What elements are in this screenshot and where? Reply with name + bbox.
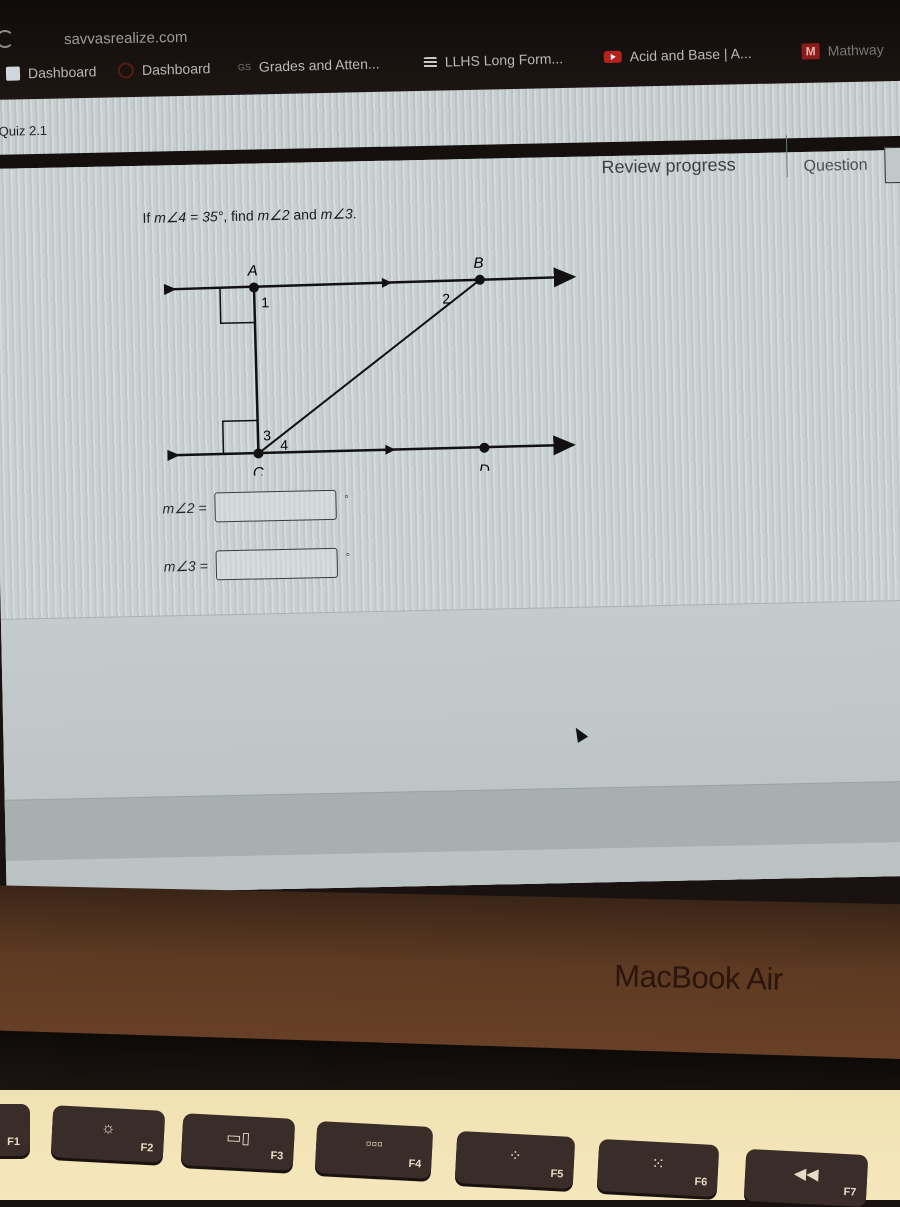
brand-logo: MacBook Air bbox=[613, 958, 784, 997]
bookmark-grades[interactable]: GS Grades and Atten... bbox=[238, 55, 380, 75]
bookmark-dashboard-2[interactable]: Dashboard bbox=[117, 60, 211, 79]
address-bar[interactable]: savvasrealize.com bbox=[64, 29, 188, 48]
key-f2[interactable]: ☼ F2 bbox=[50, 1105, 166, 1163]
segment-ac bbox=[252, 287, 260, 454]
question-and: and bbox=[289, 206, 321, 223]
degree-unit: ° bbox=[345, 551, 351, 564]
key-label: F2 bbox=[140, 1141, 154, 1155]
right-angle-mark-c bbox=[222, 419, 257, 455]
bookmark-label: Mathway bbox=[827, 41, 884, 59]
bookmark-llhs[interactable]: LLHS Long Form... bbox=[423, 50, 564, 70]
key-label: F3 bbox=[270, 1149, 284, 1163]
youtube-icon bbox=[603, 50, 622, 64]
key-label: F1 bbox=[7, 1136, 20, 1148]
rewind-icon: ◀◀ bbox=[793, 1165, 819, 1184]
key-f1[interactable]: F1 bbox=[0, 1104, 30, 1156]
bookmark-mathway[interactable]: M Mathway bbox=[801, 41, 884, 60]
target-angle-3: m∠3 bbox=[320, 205, 353, 223]
angle-label-4: 4 bbox=[280, 437, 288, 453]
key-label: F6 bbox=[694, 1175, 708, 1189]
target-angle-2: m∠2 bbox=[257, 206, 290, 224]
review-progress-button[interactable]: Review progress bbox=[601, 154, 735, 178]
bookmark-label: Grades and Atten... bbox=[258, 55, 380, 75]
quiz-title: Quiz 2.1 bbox=[0, 122, 48, 139]
web-page: Quiz 2.1 If m∠4 = 35°, find m∠2 and m∠3. bbox=[0, 80, 900, 895]
keyboard-light-down-icon: ⁘ bbox=[508, 1147, 523, 1166]
line-ab bbox=[163, 267, 577, 300]
mathway-icon: M bbox=[801, 43, 820, 60]
angle-label-2: 2 bbox=[442, 290, 450, 306]
point-d bbox=[479, 442, 490, 453]
right-angle-mark-a bbox=[219, 288, 255, 324]
label-d: D bbox=[479, 462, 490, 478]
brightness-down-icon: ☼ bbox=[100, 1119, 117, 1138]
question-prefix: If bbox=[142, 209, 155, 226]
key-label: F5 bbox=[550, 1167, 564, 1181]
document-icon bbox=[5, 66, 21, 81]
angle-2-input[interactable] bbox=[214, 489, 337, 523]
bookmark-label: Dashboard bbox=[141, 60, 211, 79]
bookmark-acid-base[interactable]: Acid and Base | A... bbox=[603, 45, 752, 65]
angle-3-input[interactable] bbox=[215, 547, 339, 581]
degree-unit: ° bbox=[344, 493, 349, 506]
parallel-mark-top bbox=[381, 277, 392, 288]
key-f5[interactable]: ⁘ F5 bbox=[454, 1130, 576, 1190]
point-a bbox=[248, 282, 259, 293]
bookmark-label: Acid and Base | A... bbox=[629, 45, 752, 65]
label-c: C bbox=[253, 464, 264, 477]
label-b: B bbox=[473, 255, 483, 272]
angle-label-3: 3 bbox=[263, 427, 271, 443]
question-suffix: . bbox=[352, 205, 357, 222]
bookmark-dashboard-1[interactable]: Dashboard bbox=[5, 63, 97, 82]
answer-row-angle-2: m∠2 = ° bbox=[148, 489, 349, 524]
keyboard: F1 ☼ F2 ▭▯ F3 ▫▫▫ F4 ⁘ F5 ⁙ F6 ◀◀ F7 bbox=[0, 1090, 900, 1207]
question-middle: , find bbox=[223, 207, 258, 225]
line-cd bbox=[163, 435, 576, 466]
gs-icon: GS bbox=[237, 61, 252, 73]
keyboard-light-up-icon: ⁙ bbox=[651, 1155, 666, 1174]
key-f7[interactable]: ◀◀ F7 bbox=[743, 1148, 869, 1207]
key-label: F4 bbox=[408, 1157, 422, 1171]
list-icon bbox=[423, 56, 437, 68]
parallel-mark-bottom bbox=[385, 444, 396, 455]
question-label: Question bbox=[803, 156, 868, 175]
key-f4[interactable]: ▫▫▫ F4 bbox=[314, 1121, 434, 1179]
label-a: A bbox=[246, 262, 257, 279]
circle-icon bbox=[117, 62, 135, 79]
key-label: F7 bbox=[843, 1185, 857, 1199]
launchpad-icon: ▫▫▫ bbox=[365, 1135, 384, 1154]
reload-icon[interactable] bbox=[0, 30, 14, 48]
question-number-select[interactable] bbox=[884, 146, 900, 184]
mission-control-icon: ▭▯ bbox=[225, 1129, 251, 1148]
answer-row-angle-3: m∠3 = ° bbox=[149, 547, 351, 582]
question-text: If m∠4 = 35°, find m∠2 and m∠3. bbox=[142, 205, 356, 226]
key-f3[interactable]: ▭▯ F3 bbox=[180, 1113, 296, 1171]
geometry-diagram: A B C D 1 2 3 4 bbox=[163, 255, 577, 478]
answer-label: m∠2 = bbox=[162, 499, 207, 516]
answer-label: m∠3 = bbox=[163, 557, 208, 574]
key-f6[interactable]: ⁙ F6 bbox=[596, 1138, 720, 1198]
angle-label-1: 1 bbox=[261, 294, 269, 310]
given-angle: m∠4 = 35° bbox=[154, 208, 224, 226]
bookmark-label: LLHS Long Form... bbox=[444, 50, 564, 70]
bookmark-label: Dashboard bbox=[27, 63, 97, 82]
